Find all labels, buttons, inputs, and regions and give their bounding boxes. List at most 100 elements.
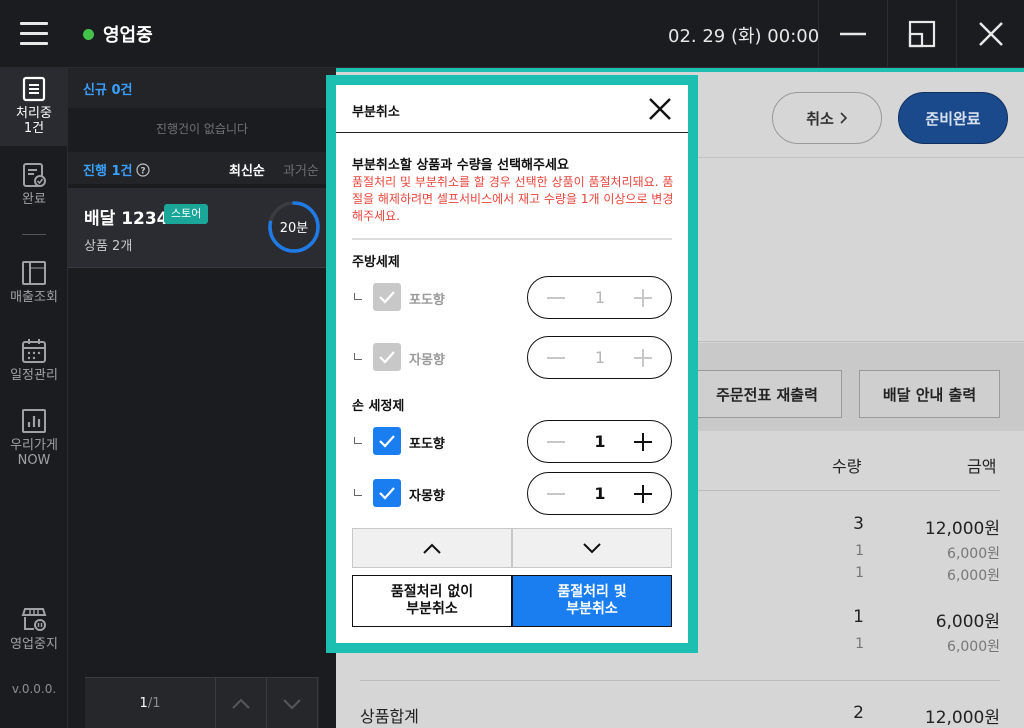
nav-processing-count: 1건 (23, 121, 45, 136)
nav-schedule-label: 일정관리 (10, 368, 58, 383)
page-down-button[interactable] (267, 678, 318, 728)
button-label-line-2: 부분취소 (566, 601, 618, 617)
nav-pause-label: 영업중지 (10, 637, 58, 652)
top-bar: 영업중 02. 29 (화) 00:00 (0, 0, 1024, 68)
check-icon (379, 435, 395, 448)
document-check-icon (23, 163, 46, 187)
column-header-qty: 수량 (832, 457, 862, 476)
check-icon (379, 291, 395, 304)
ready-complete-button[interactable]: 준비완료 (898, 92, 1008, 144)
nav-store-now[interactable]: 우리가게 NOW (0, 408, 68, 468)
item-checkbox[interactable] (373, 283, 401, 311)
dialog-divider (352, 238, 672, 240)
minus-icon (547, 492, 565, 495)
minus-icon (547, 356, 565, 359)
partial-cancel-without-soldout-button[interactable]: 품절처리 없이 부분취소 (352, 575, 512, 627)
scroll-down-button[interactable] (512, 528, 672, 568)
order-item-count: 상품 2개 (84, 239, 133, 254)
status-indicator-icon (83, 29, 94, 40)
cancel-order-button[interactable]: 취소 (772, 92, 882, 144)
partial-cancel-dialog: 부분취소 부분취소할 상품과 수량을 선택해주세요 품절처리 및 부분취소를 할… (336, 85, 688, 643)
in-progress-header: 진행 1건 ? 최신순 과거순 (68, 152, 336, 184)
row-amount: 6,000원 (947, 546, 1000, 562)
decrease-button[interactable] (534, 337, 578, 378)
minus-icon (547, 440, 565, 443)
increase-button[interactable] (621, 473, 665, 514)
in-progress-label: 진행 1건 (83, 164, 133, 179)
branch-icon (354, 437, 362, 444)
sort-oldest-tab[interactable]: 과거순 (283, 160, 319, 179)
dialog-title: 부분취소 (352, 105, 400, 120)
new-orders-header: 신규 0건 (68, 68, 336, 108)
chevron-right-icon (840, 112, 847, 124)
group-label: 주방세제 (352, 255, 400, 270)
chevron-down-icon (583, 542, 601, 553)
nav-pause[interactable]: 영업중지 (0, 605, 68, 652)
column-header-amount: 금액 (967, 457, 997, 476)
order-timer: 20분 (268, 201, 320, 253)
nav-store-now-label-2: NOW (17, 453, 51, 468)
page-current: 1 (139, 696, 148, 711)
cancel-order-label: 취소 (806, 109, 834, 128)
item-checkbox[interactable] (373, 479, 401, 507)
bar-chart-icon (22, 409, 46, 433)
scroll-up-button[interactable] (352, 528, 512, 568)
sort-latest-tab[interactable]: 최신순 (229, 160, 265, 179)
dialog-warning: 품절처리 및 부분취소를 할 경우 선택한 상품이 품절처리돼요. 품절을 해제… (352, 175, 674, 223)
ledger-icon (22, 261, 46, 285)
row-amount: 6,000원 (947, 568, 1000, 584)
increase-button[interactable] (621, 277, 665, 318)
quantity-stepper: 1 (527, 336, 672, 379)
button-label-line-1: 품절처리 및 (557, 584, 627, 600)
minimize-icon (839, 32, 866, 36)
row-amount: 6,000원 (947, 639, 1000, 655)
new-orders-label: 신규 0건 (83, 83, 133, 98)
store-badge: 스토어 (164, 204, 209, 224)
button-label-line-2: 부분취소 (406, 601, 458, 617)
app-version: v.0.0.0. (11, 682, 57, 696)
restore-button[interactable] (887, 0, 955, 68)
decrease-button[interactable] (534, 277, 578, 318)
timer-text: 20분 (280, 221, 309, 236)
reprint-receipt-button[interactable]: 주문전표 재출력 (692, 370, 842, 418)
close-icon[interactable] (648, 97, 672, 121)
page-indicator: 1/1 (85, 678, 216, 728)
item-checkbox[interactable] (373, 427, 401, 455)
document-list-icon (22, 76, 46, 102)
nav-store-now-label-1: 우리가게 (10, 438, 58, 453)
branch-icon (354, 489, 362, 496)
soldout-and-partial-cancel-button[interactable]: 품절처리 및 부분취소 (512, 575, 672, 627)
button-label-line-1: 품절처리 없이 (390, 584, 474, 600)
item-name: 포도향 (409, 293, 445, 308)
nav-processing[interactable]: 처리중 1건 (0, 68, 68, 146)
menu-icon[interactable] (20, 22, 48, 46)
nav-schedule[interactable]: 일정관리 (0, 338, 68, 383)
item-checkbox[interactable] (373, 343, 401, 371)
nav-done[interactable]: 완료 (0, 162, 68, 207)
page-up-button[interactable] (216, 678, 267, 728)
increase-button[interactable] (621, 421, 665, 462)
nav-sales-label: 매출조회 (10, 290, 58, 305)
decrease-button[interactable] (534, 473, 578, 514)
check-icon (379, 351, 395, 364)
nav-separator (22, 234, 46, 235)
plus-icon (634, 288, 652, 307)
close-window-button[interactable] (956, 0, 1024, 68)
minimize-button[interactable] (818, 0, 886, 68)
decrease-button[interactable] (534, 421, 578, 462)
nav-sales[interactable]: 매출조회 (0, 260, 68, 305)
row-qty: 1 (855, 565, 864, 581)
branch-icon (354, 293, 362, 300)
increase-button[interactable] (621, 337, 665, 378)
plus-icon (634, 432, 652, 451)
quantity-stepper: 1 (527, 276, 672, 319)
page-total: /1 (147, 696, 161, 711)
chevron-up-icon (232, 698, 250, 709)
chevron-down-icon (283, 698, 301, 709)
print-delivery-info-button[interactable]: 배달 안내 출력 (859, 370, 1000, 418)
nav-done-label: 완료 (22, 192, 46, 207)
quantity-value: 1 (594, 348, 606, 367)
help-icon[interactable]: ? (136, 162, 151, 177)
row-qty: 1 (855, 543, 864, 559)
row-qty: 1 (853, 607, 864, 627)
